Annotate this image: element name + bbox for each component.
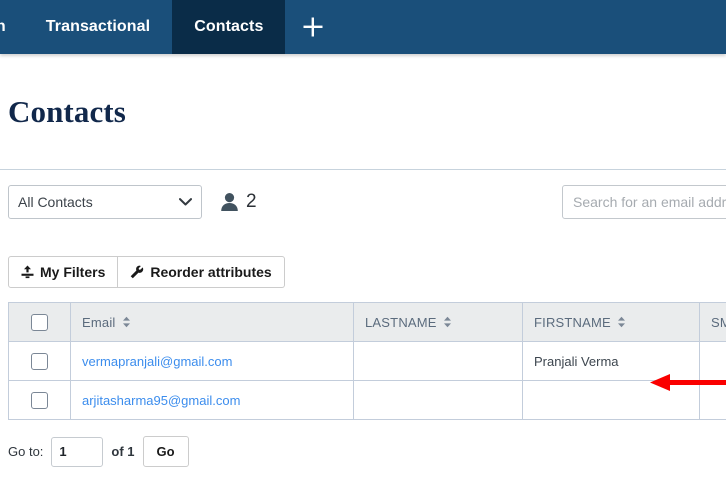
row-email-cell: vermapranjali@gmail.com bbox=[70, 341, 354, 381]
go-button[interactable]: Go bbox=[142, 436, 189, 467]
sort-arrows-icon bbox=[122, 316, 131, 328]
header-sms-sort[interactable]: SMS bbox=[711, 315, 726, 330]
contact-count-value: 2 bbox=[246, 191, 257, 212]
search-wrapper bbox=[562, 185, 726, 219]
header-lastname[interactable]: LASTNAME bbox=[353, 302, 523, 342]
header-firstname-sort[interactable]: FIRSTNAME bbox=[534, 315, 626, 330]
toolbar-button-group: My Filters Reorder attributes bbox=[8, 256, 285, 288]
my-filters-button[interactable]: My Filters bbox=[8, 256, 119, 288]
contacts-table: Email LASTNAME FIRSTNAME SM vermapranjal… bbox=[8, 302, 726, 420]
nav-tab-automation[interactable]: on bbox=[0, 0, 24, 54]
row-sms-cell[interactable] bbox=[699, 341, 726, 381]
row-select-cell bbox=[8, 341, 71, 381]
contacts-table-wrapper: Email LASTNAME FIRSTNAME SM vermapranjal… bbox=[0, 302, 726, 420]
row-firstname-value: Pranjali Verma bbox=[534, 353, 619, 369]
header-email-sort[interactable]: Email bbox=[82, 315, 131, 330]
header-sms[interactable]: SMS bbox=[699, 302, 726, 342]
add-tab-button[interactable] bbox=[285, 0, 341, 54]
contact-count-group: 2 bbox=[220, 191, 257, 213]
row-email-cell: arjitasharma95@gmail.com bbox=[70, 380, 354, 420]
row-lastname-cell[interactable] bbox=[353, 380, 523, 420]
row-lastname-cell[interactable] bbox=[353, 341, 523, 381]
toolbar-row: My Filters Reorder attributes bbox=[0, 234, 726, 302]
reorder-attributes-label: Reorder attributes bbox=[150, 264, 272, 280]
plus-icon bbox=[302, 16, 324, 38]
row-checkbox[interactable] bbox=[31, 391, 48, 409]
nav-tab-label: Contacts bbox=[194, 18, 264, 35]
header-email-label: Email bbox=[82, 314, 116, 330]
header-email[interactable]: Email bbox=[70, 302, 354, 342]
contacts-table-head: Email LASTNAME FIRSTNAME SM bbox=[8, 302, 726, 342]
app-root: on Transactional Contacts Contacts All C… bbox=[0, 0, 726, 500]
table-row[interactable]: arjitasharma95@gmail.com bbox=[8, 380, 726, 420]
select-all-checkbox[interactable] bbox=[31, 313, 48, 331]
header-firstname[interactable]: FIRSTNAME bbox=[522, 302, 700, 342]
nav-tab-contacts[interactable]: Contacts bbox=[172, 0, 286, 54]
pagination-bar: Go to: of 1 Go bbox=[0, 420, 726, 467]
page-number-input[interactable] bbox=[51, 436, 104, 467]
table-row[interactable]: vermapranjali@gmail.com Pranjali Verma bbox=[8, 341, 726, 381]
header-lastname-label: LASTNAME bbox=[365, 314, 437, 330]
row-checkbox[interactable] bbox=[31, 352, 48, 370]
nav-tab-transactional[interactable]: Transactional bbox=[24, 0, 172, 54]
nav-tab-label: Transactional bbox=[45, 18, 151, 35]
nav-tab-label: on bbox=[0, 18, 6, 35]
sort-arrows-icon bbox=[617, 316, 626, 328]
row-firstname-cell[interactable] bbox=[522, 380, 700, 420]
contact-email-link[interactable]: vermapranjali@gmail.com bbox=[82, 354, 232, 369]
my-filters-label: My Filters bbox=[40, 264, 106, 280]
top-navigation-bar: on Transactional Contacts bbox=[0, 0, 726, 54]
header-lastname-sort[interactable]: LASTNAME bbox=[365, 315, 452, 330]
page-body: Contacts All Contacts 2 Search for an em… bbox=[0, 54, 726, 467]
total-pages-label: of 1 bbox=[111, 444, 135, 459]
contact-email-link[interactable]: arjitasharma95@gmail.com bbox=[82, 393, 240, 408]
contacts-table-body: vermapranjali@gmail.com Pranjali Verma a… bbox=[8, 341, 726, 420]
page-title: Contacts bbox=[8, 94, 126, 129]
contact-list-select[interactable]: All Contacts bbox=[8, 185, 202, 219]
row-select-cell bbox=[8, 380, 71, 420]
person-icon bbox=[220, 192, 239, 212]
search-input[interactable] bbox=[562, 185, 726, 219]
header-select-all-cell bbox=[8, 302, 71, 342]
row-sms-cell[interactable] bbox=[699, 380, 726, 420]
contact-list-select-wrapper: All Contacts bbox=[8, 185, 202, 219]
upload-icon bbox=[21, 265, 34, 279]
wrench-icon bbox=[130, 265, 144, 279]
filter-row: All Contacts 2 bbox=[0, 170, 726, 234]
table-header-row: Email LASTNAME FIRSTNAME SM bbox=[8, 302, 726, 342]
goto-label: Go to: bbox=[8, 444, 44, 459]
sort-arrows-icon bbox=[443, 316, 452, 328]
header-sms-label: SMS bbox=[711, 314, 726, 330]
header-firstname-label: FIRSTNAME bbox=[534, 314, 611, 330]
reorder-attributes-button[interactable]: Reorder attributes bbox=[118, 256, 285, 288]
row-firstname-cell[interactable]: Pranjali Verma bbox=[522, 341, 700, 381]
